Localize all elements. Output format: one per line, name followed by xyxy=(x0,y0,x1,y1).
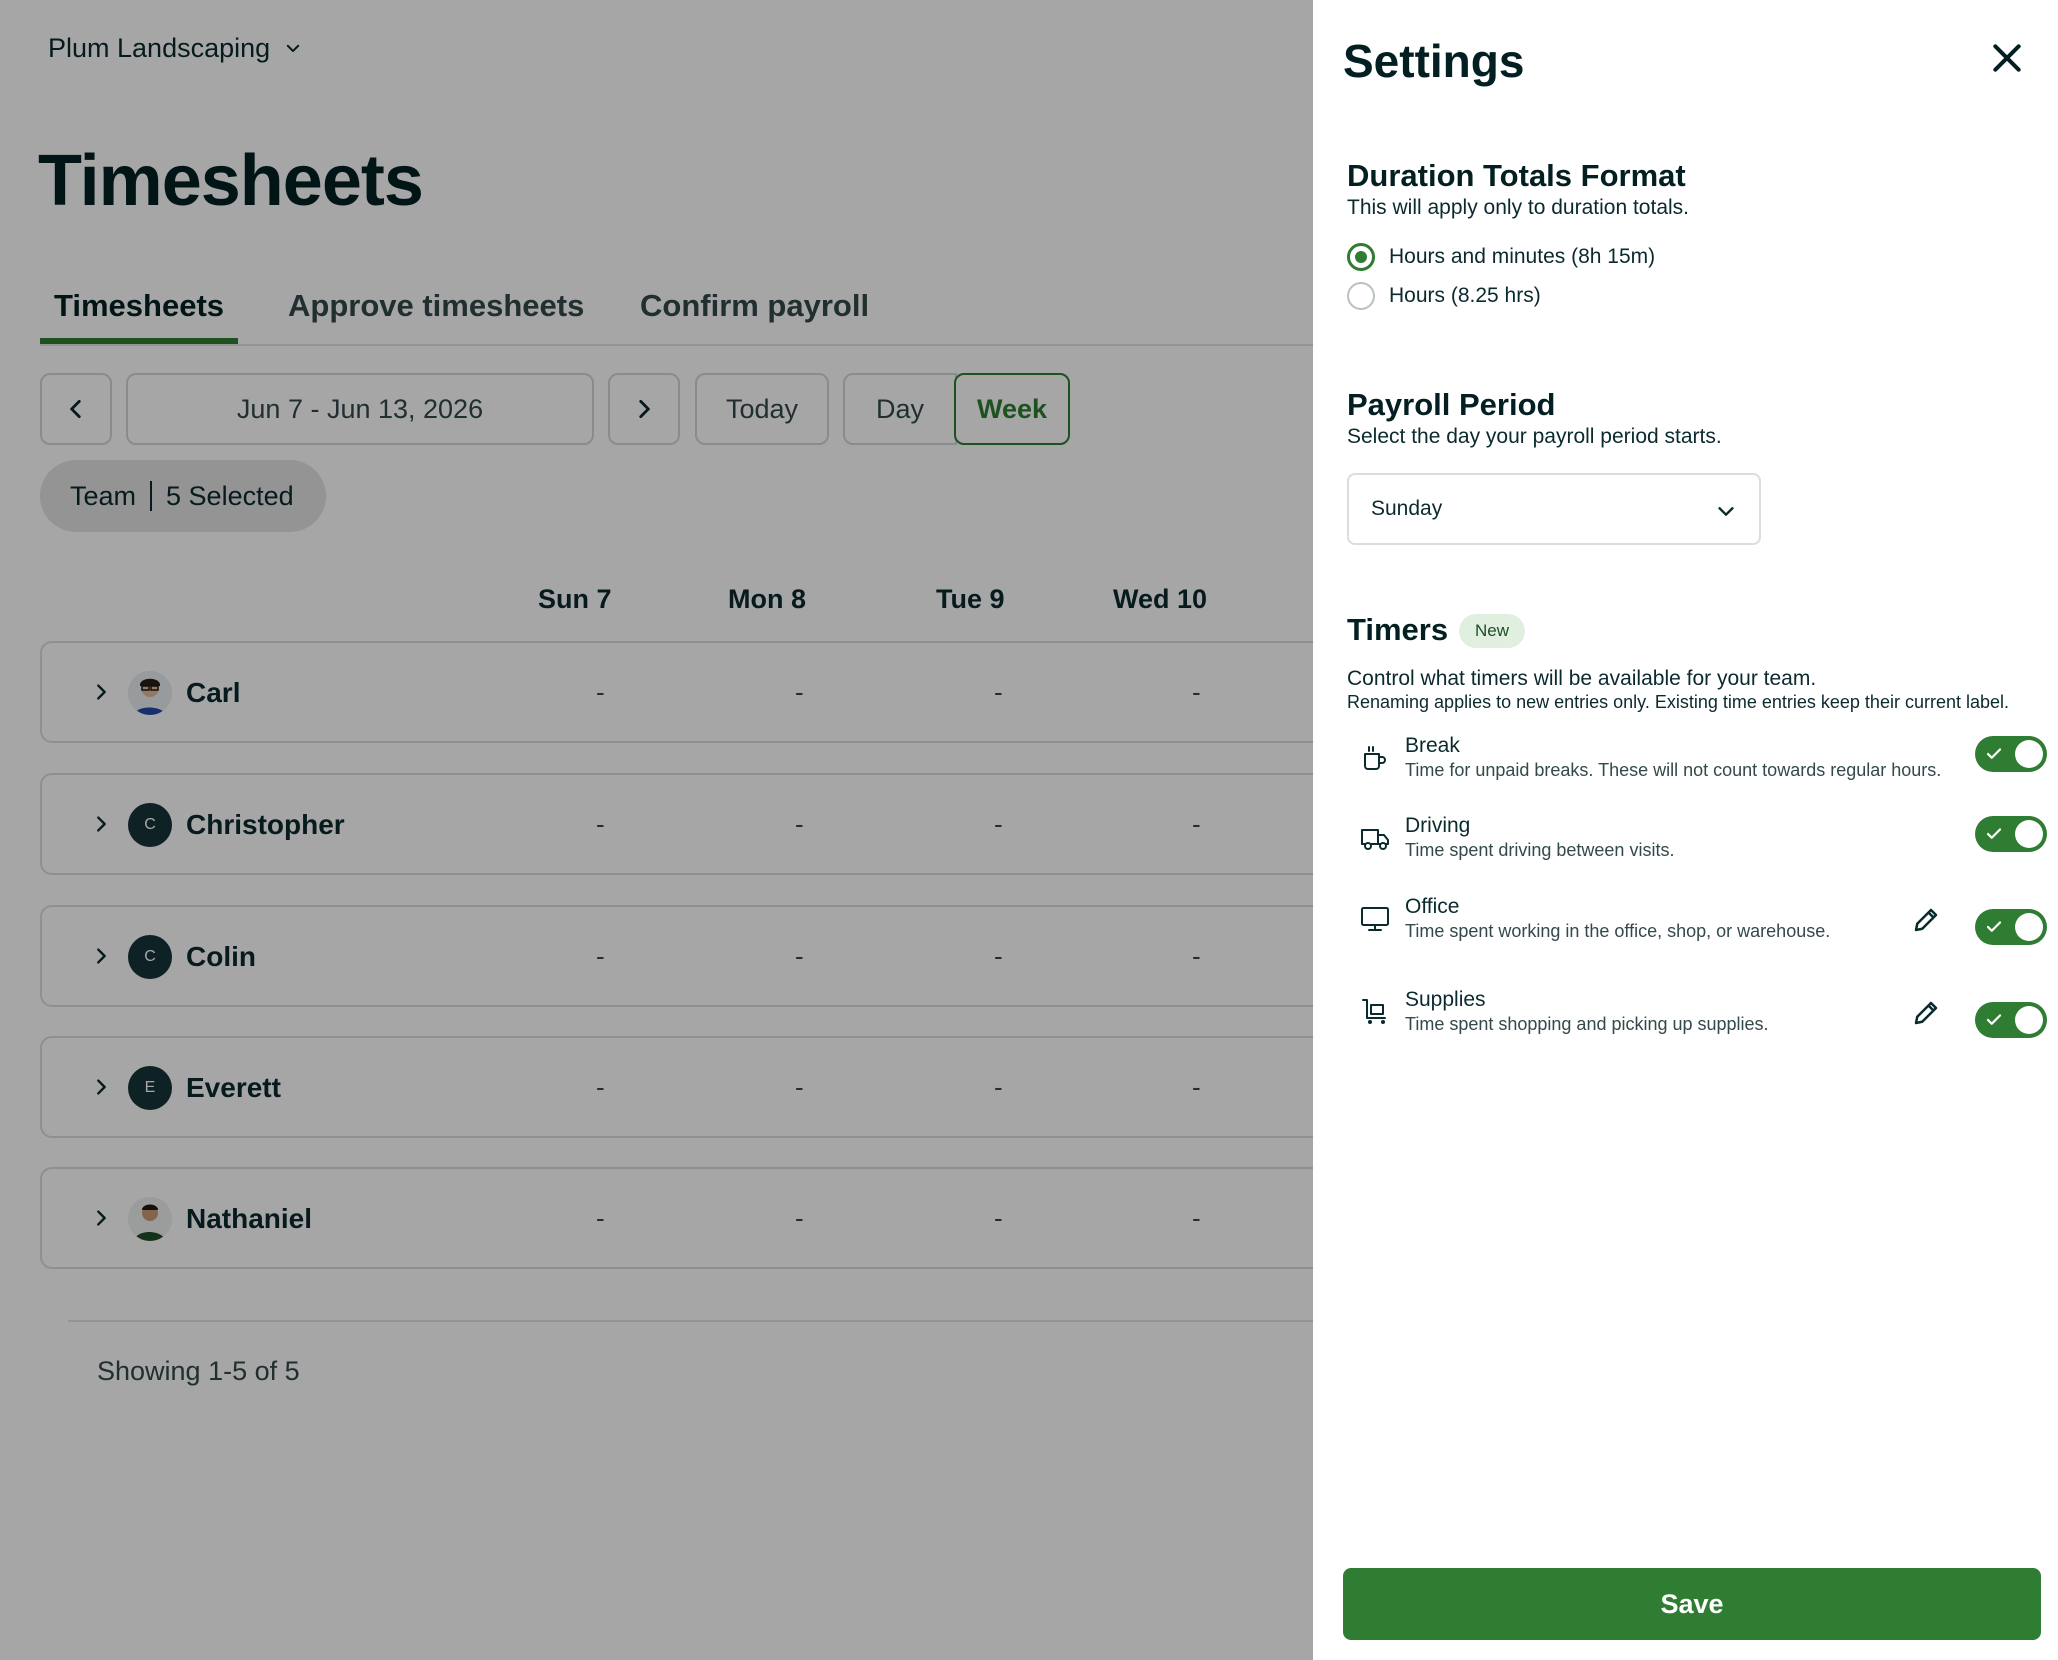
radio-unselected-icon[interactable] xyxy=(1347,282,1375,310)
radio-label: Hours (8.25 hrs) xyxy=(1389,284,1541,307)
settings-panel: Settings Duration Totals Format This wil… xyxy=(1313,0,2058,1660)
duration-option-hours[interactable]: Hours (8.25 hrs) xyxy=(1347,282,1541,310)
check-icon xyxy=(1986,921,2002,932)
timer-name: Supplies xyxy=(1405,988,1486,1011)
timer-name: Break xyxy=(1405,734,1460,757)
cart-icon xyxy=(1362,999,1386,1024)
driving-toggle[interactable] xyxy=(1975,816,2047,852)
radio-selected-icon[interactable] xyxy=(1347,243,1375,271)
toggle-knob xyxy=(2015,820,2043,848)
toggle-knob xyxy=(2015,1006,2043,1034)
save-button[interactable]: Save xyxy=(1343,1568,2041,1640)
payroll-period-subtitle: Select the day your payroll period start… xyxy=(1347,425,1722,448)
coffee-cup-icon xyxy=(1364,746,1386,770)
timer-description: Time spent shopping and picking up suppl… xyxy=(1405,1014,1769,1034)
timer-description: Time for unpaid breaks. These will not c… xyxy=(1405,760,1942,780)
timer-description: Time spent driving between visits. xyxy=(1405,840,1675,860)
toggle-knob xyxy=(2015,913,2043,941)
duration-format-subtitle: This will apply only to duration totals. xyxy=(1347,196,1689,219)
office-toggle[interactable] xyxy=(1975,909,2047,945)
new-badge: New xyxy=(1459,614,1525,648)
select-value: Sunday xyxy=(1371,497,1443,520)
close-icon[interactable] xyxy=(1987,38,2027,78)
duration-format-title: Duration Totals Format xyxy=(1347,158,1686,193)
timer-break: Break Time for unpaid breaks. These will… xyxy=(1347,734,2047,794)
duration-option-hours-minutes[interactable]: Hours and minutes (8h 15m) xyxy=(1347,243,1655,271)
break-toggle[interactable] xyxy=(1975,736,2047,772)
timer-driving: Driving Time spent driving between visit… xyxy=(1347,814,2047,874)
timer-name: Office xyxy=(1405,895,1460,918)
timer-office: Office Time spent working in the office,… xyxy=(1347,895,2047,955)
supplies-toggle[interactable] xyxy=(1975,1002,2047,1038)
truck-icon xyxy=(1361,829,1389,850)
payroll-start-day-select[interactable]: Sunday xyxy=(1347,473,1761,545)
timers-subtitle: Control what timers will be available fo… xyxy=(1347,667,1817,690)
check-icon xyxy=(1986,748,2002,759)
timer-supplies: Supplies Time spent shopping and picking… xyxy=(1347,988,2047,1048)
settings-title: Settings xyxy=(1343,35,1525,87)
timers-title: Timers xyxy=(1347,612,1449,647)
toggle-knob xyxy=(2015,740,2043,768)
pencil-icon[interactable] xyxy=(1911,905,1941,935)
timer-description: Time spent working in the office, shop, … xyxy=(1405,921,1831,941)
timer-name: Driving xyxy=(1405,814,1471,837)
monitor-icon xyxy=(1361,907,1389,931)
chevron-down-icon xyxy=(1718,507,1734,516)
radio-label: Hours and minutes (8h 15m) xyxy=(1389,245,1656,268)
check-icon xyxy=(1986,1014,2002,1025)
check-icon xyxy=(1986,828,2002,839)
payroll-period-title: Payroll Period xyxy=(1347,387,1556,422)
timers-note: Renaming applies to new entries only. Ex… xyxy=(1347,692,2010,712)
pencil-icon[interactable] xyxy=(1911,998,1941,1028)
